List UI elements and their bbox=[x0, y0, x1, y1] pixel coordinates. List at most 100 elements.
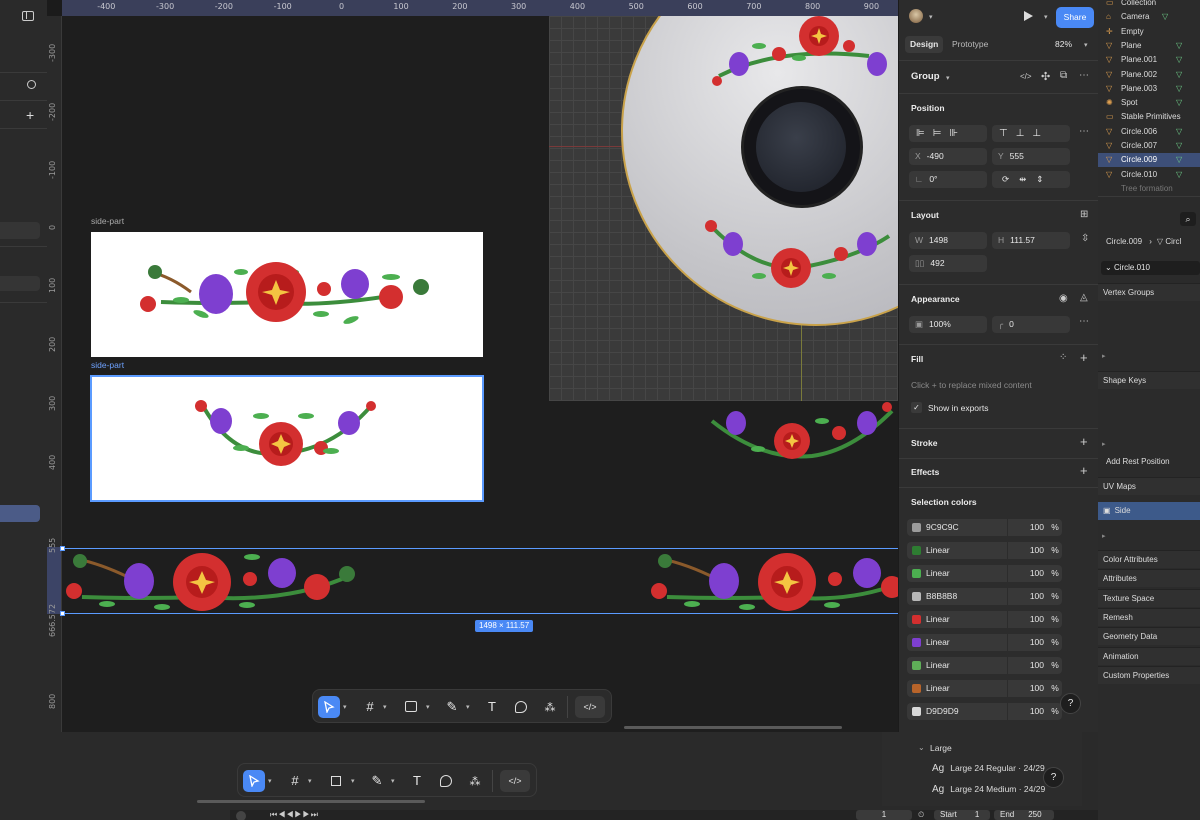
style-group-label[interactable]: Large bbox=[930, 743, 952, 753]
canvas[interactable]: side-part side-part 1498 × 111.57 ▾ # ▾ … bbox=[60, 16, 898, 732]
pen-tool-button[interactable]: ✎ bbox=[441, 696, 463, 718]
outliner-item[interactable]: ▽ Circle.006 ▽ bbox=[1098, 125, 1200, 139]
tab-prototype[interactable]: Prototype bbox=[952, 36, 988, 53]
outliner-item[interactable]: ▽ Circle.007 ▽ bbox=[1098, 139, 1200, 153]
color-name[interactable]: D9D9D9 bbox=[907, 703, 1007, 720]
outliner-item[interactable]: ✺ Spot ▽ bbox=[1098, 96, 1200, 110]
height-field[interactable]: H 111.57 bbox=[992, 232, 1070, 249]
color-opacity[interactable]: 100 bbox=[1008, 657, 1048, 674]
properties-panel-header[interactable]: Geometry Data bbox=[1098, 627, 1200, 645]
color-opacity[interactable]: 100 bbox=[1008, 542, 1048, 559]
color-swatch[interactable] bbox=[912, 615, 921, 624]
properties-panel-header[interactable]: Custom Properties bbox=[1098, 666, 1200, 684]
sidebar-layer-row[interactable] bbox=[0, 276, 40, 291]
selection-color-row[interactable]: B8B8B8 100% bbox=[907, 588, 1087, 605]
y-field[interactable]: Y 555 bbox=[992, 148, 1070, 165]
more-icon[interactable]: ⋯ bbox=[1079, 126, 1089, 137]
chevron-down-icon[interactable]: ▾ bbox=[383, 703, 387, 711]
chevron-down-icon[interactable]: ▾ bbox=[1084, 41, 1088, 49]
selection-color-row[interactable]: Linear 100% bbox=[907, 542, 1087, 559]
color-name[interactable]: Linear bbox=[907, 611, 1007, 628]
styles-grid-icon[interactable]: ⁘ bbox=[1059, 352, 1067, 363]
color-name[interactable]: 9C9C9C bbox=[907, 519, 1007, 536]
help-button[interactable]: ? bbox=[1043, 767, 1064, 788]
horizontal-scrollbar[interactable] bbox=[197, 800, 425, 803]
zoom-level[interactable]: 82% bbox=[1055, 36, 1072, 53]
code-icon[interactable]: </> bbox=[1020, 72, 1032, 81]
shape-tool-button[interactable] bbox=[325, 770, 347, 792]
chevron-down-icon[interactable]: ▾ bbox=[929, 13, 933, 21]
dev-mode-button[interactable]: </> bbox=[575, 696, 605, 718]
color-swatch[interactable] bbox=[912, 569, 921, 578]
embedded-3d-viewport[interactable] bbox=[549, 16, 898, 401]
component-icon[interactable]: ✣ bbox=[1041, 70, 1050, 83]
outliner-item[interactable]: ⌂ Camera ▽ bbox=[1098, 10, 1200, 24]
color-opacity[interactable]: 100 bbox=[1008, 680, 1048, 697]
color-swatch[interactable] bbox=[912, 523, 921, 532]
current-frame-field[interactable]: 1 bbox=[856, 810, 912, 820]
comment-tool-button[interactable] bbox=[435, 770, 457, 792]
color-swatch[interactable] bbox=[912, 638, 921, 647]
actions-tool-button[interactable]: ⁂ bbox=[539, 696, 561, 718]
show-exports-checkbox[interactable]: ✓ bbox=[911, 402, 922, 413]
text-style-item[interactable]: Ag Large 24 Medium · 24/29 bbox=[932, 783, 1045, 799]
text-style-item[interactable]: Ag Large 24 Regular · 24/29 bbox=[932, 762, 1045, 778]
side-part-frame-2[interactable] bbox=[90, 375, 484, 502]
outliner-item[interactable]: ▽ Plane.003 ▽ bbox=[1098, 82, 1200, 96]
move-tool-button[interactable] bbox=[318, 696, 340, 718]
add-rest-position-button[interactable]: Add Rest Position bbox=[1098, 453, 1200, 471]
color-opacity[interactable]: 100 bbox=[1008, 565, 1048, 582]
width-field[interactable]: W 1498 bbox=[909, 232, 987, 249]
properties-panel-header[interactable]: Vertex Groups bbox=[1098, 283, 1200, 301]
sidebar-layer-row[interactable] bbox=[0, 222, 40, 239]
search-icon[interactable] bbox=[27, 80, 36, 89]
outliner-item[interactable]: ▽ Plane ▽ bbox=[1098, 39, 1200, 53]
rotation-field[interactable]: ∟ 0° bbox=[909, 171, 987, 188]
sidebar-selected-layer[interactable] bbox=[0, 505, 40, 522]
chevron-down-icon[interactable]: ▾ bbox=[343, 703, 347, 711]
expand-arrow-icon[interactable]: ▸ bbox=[1102, 532, 1106, 540]
image-tool-button[interactable] bbox=[400, 696, 422, 718]
constrain-proportions-icon[interactable]: ⇳ bbox=[1081, 233, 1089, 244]
chevron-down-icon[interactable]: ▾ bbox=[1044, 13, 1048, 21]
chevron-down-icon[interactable]: ▾ bbox=[426, 703, 430, 711]
properties-panel-header[interactable]: Texture Space bbox=[1098, 589, 1200, 607]
play-icon[interactable] bbox=[1024, 11, 1033, 21]
properties-panel-header[interactable]: Color Attributes bbox=[1098, 550, 1200, 568]
chevron-down-icon[interactable]: ▾ bbox=[391, 777, 395, 785]
share-button[interactable]: Share bbox=[1056, 7, 1094, 28]
selected-group[interactable] bbox=[60, 546, 898, 616]
uv-map-item[interactable]: ▣ Side bbox=[1098, 502, 1200, 520]
comment-tool-button[interactable] bbox=[510, 696, 532, 718]
add-fill-icon[interactable]: + bbox=[1080, 350, 1088, 365]
search-icon[interactable]: ⌕ bbox=[1180, 212, 1196, 226]
eye-icon[interactable]: ◉ bbox=[1059, 293, 1068, 304]
color-opacity[interactable]: 100 bbox=[1008, 611, 1048, 628]
auto-layout-icon[interactable]: ⊞ bbox=[1080, 209, 1088, 220]
selection-color-row[interactable]: Linear 100% bbox=[907, 657, 1087, 674]
clock-icon[interactable]: ⏲ bbox=[918, 810, 924, 820]
gap-field[interactable]: ▯▯ 492 bbox=[909, 255, 987, 272]
add-stroke-icon[interactable]: + bbox=[1080, 434, 1088, 449]
selection-color-row[interactable]: 9C9C9C 100% bbox=[907, 519, 1087, 536]
outliner-item[interactable]: ▽ Plane.002 ▽ bbox=[1098, 68, 1200, 82]
mesh-name-field[interactable]: ⌄ Circle.010 bbox=[1101, 261, 1200, 275]
side-part-frame-1[interactable] bbox=[91, 232, 483, 357]
outliner-item[interactable]: ✛ Empty bbox=[1098, 25, 1200, 39]
pen-tool-button[interactable]: ✎ bbox=[366, 770, 388, 792]
color-name[interactable]: Linear bbox=[907, 542, 1007, 559]
color-opacity[interactable]: 100 bbox=[1008, 588, 1048, 605]
color-name[interactable]: B8B8B8 bbox=[907, 588, 1007, 605]
tab-design[interactable]: Design bbox=[905, 36, 944, 53]
more-icon[interactable]: ⋯ bbox=[1079, 70, 1089, 81]
breadcrumb[interactable]: Circle.009 › ▽ Circl bbox=[1106, 237, 1181, 246]
horizontal-scrollbar[interactable] bbox=[624, 726, 842, 729]
text-tool-button[interactable]: T bbox=[481, 696, 503, 718]
text-tool-button[interactable]: T bbox=[406, 770, 428, 792]
selection-color-row[interactable]: Linear 100% bbox=[907, 680, 1087, 697]
expand-arrow-icon[interactable]: ▸ bbox=[1102, 352, 1106, 360]
color-name[interactable]: Linear bbox=[907, 680, 1007, 697]
more-icon[interactable]: ⋯ bbox=[1079, 316, 1089, 327]
properties-panel-header[interactable]: Remesh bbox=[1098, 608, 1200, 626]
expand-arrow-icon[interactable]: ▸ bbox=[1102, 440, 1106, 448]
